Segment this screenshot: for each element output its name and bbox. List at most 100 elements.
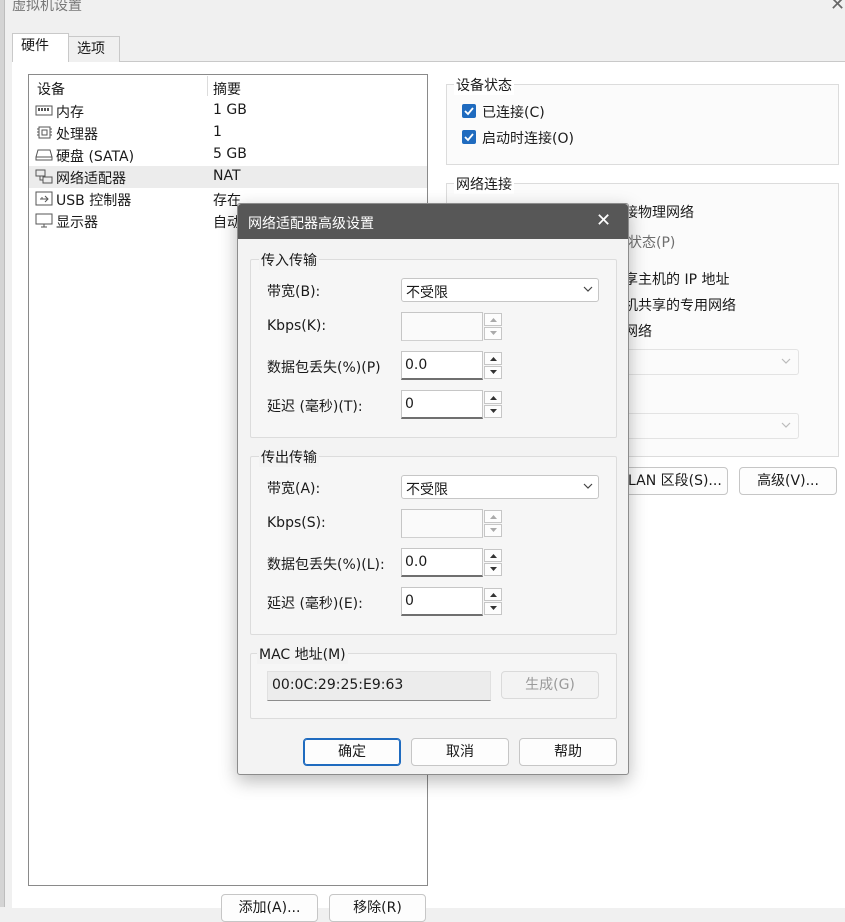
spin-up-button[interactable] — [484, 510, 502, 523]
spin-down-button[interactable] — [484, 524, 502, 537]
generate-mac-button[interactable]: 生成(G) — [501, 671, 599, 699]
usb-icon — [35, 191, 53, 206]
window-title: 虚拟机设置 — [12, 0, 82, 14]
column-divider[interactable] — [207, 76, 208, 96]
outgoing-latency-label: 延迟 (毫秒)(E): — [267, 596, 363, 612]
device-summary: NAT — [213, 168, 241, 184]
tab-options[interactable]: 选项 — [68, 36, 120, 62]
memory-icon — [35, 105, 53, 116]
arrow-up-icon — [490, 593, 497, 597]
arrow-up-icon — [490, 357, 497, 361]
spin-up-button[interactable] — [484, 391, 502, 404]
outgoing-latency-value: 0 — [405, 593, 414, 609]
lan-segment-button-label: LAN 区段(S)... — [628, 473, 722, 489]
connected-checkbox[interactable] — [462, 104, 476, 118]
spin-down-button[interactable] — [484, 405, 502, 418]
incoming-latency-value: 0 — [405, 396, 414, 412]
device-row-hard-disk[interactable]: 硬盘 (SATA) 5 GB — [29, 144, 427, 166]
outgoing-kbps-input[interactable] — [401, 509, 483, 538]
device-row-processor[interactable]: 处理器 1 — [29, 122, 427, 144]
spin-down-button[interactable] — [484, 327, 502, 340]
device-row-memory[interactable]: 内存 1 GB — [29, 100, 427, 122]
chevron-down-icon — [781, 422, 791, 428]
tab-hardware[interactable]: 硬件 — [12, 33, 69, 62]
device-name: 处理器 — [56, 127, 98, 143]
add-device-button[interactable]: 添加(A)... — [221, 894, 318, 922]
mac-address-title: MAC 地址(M) — [257, 644, 348, 664]
column-header-summary[interactable]: 摘要 — [213, 79, 241, 99]
arrow-up-icon — [490, 396, 497, 400]
connect-on-power-checkbox[interactable] — [462, 130, 476, 144]
incoming-latency-label: 延迟 (毫秒)(T): — [267, 399, 363, 415]
incoming-kbps-label: Kbps(K): — [267, 318, 327, 334]
advanced-settings-dialog: 网络适配器高级设置 ✕ 传入传输 带宽(B): 不受限 Kbps(K): 数据包… — [237, 203, 629, 775]
arrow-down-icon — [490, 409, 497, 413]
spin-down-button[interactable] — [484, 602, 502, 615]
connect-on-power-label[interactable]: 启动时连接(O) — [482, 128, 574, 148]
arrow-down-icon — [490, 567, 497, 571]
device-name: 显示器 — [56, 215, 98, 231]
arrow-down-icon — [490, 606, 497, 610]
device-name: USB 控制器 — [56, 193, 132, 209]
lan-segment-dropdown[interactable] — [620, 413, 799, 439]
device-row-network-adapter[interactable]: 网络适配器 NAT — [29, 166, 427, 188]
arrow-up-icon — [490, 554, 497, 558]
window-close-icon[interactable]: ✕ — [830, 0, 845, 15]
close-icon[interactable]: ✕ — [596, 210, 611, 231]
outgoing-bandwidth-value: 不受限 — [406, 482, 448, 498]
spin-up-button[interactable] — [484, 352, 502, 365]
mac-address-value: 00:0C:29:25:E9:63 — [272, 677, 404, 693]
outgoing-kbps-spinner[interactable] — [401, 509, 503, 538]
incoming-loss-label: 数据包丢失(%)(P) — [267, 360, 381, 376]
chevron-down-icon — [583, 286, 593, 292]
incoming-bandwidth-select[interactable]: 不受限 — [401, 278, 599, 302]
host-only-option-label[interactable]: 机共享的专用网络 — [624, 295, 736, 315]
display-icon — [35, 213, 53, 228]
device-summary: 5 GB — [213, 146, 247, 162]
spin-up-button[interactable] — [484, 549, 502, 562]
arrow-down-icon — [490, 528, 497, 532]
outgoing-loss-value: 0.0 — [405, 554, 428, 570]
outgoing-loss-spinner[interactable]: 0.0 — [401, 548, 503, 577]
window-left-edge — [0, 0, 5, 907]
advanced-button[interactable]: 高级(V)... — [739, 467, 837, 495]
help-button[interactable]: 帮助 — [519, 738, 617, 766]
replicate-state-label[interactable]: 状态(P) — [628, 232, 675, 252]
outgoing-loss-input[interactable]: 0.0 — [401, 548, 483, 577]
custom-network-dropdown[interactable] — [620, 349, 799, 375]
remove-device-button[interactable]: 移除(R) — [329, 894, 426, 922]
spin-down-button[interactable] — [484, 366, 502, 379]
incoming-transfer-title: 传入传输 — [259, 250, 319, 270]
arrow-down-icon — [490, 331, 497, 335]
outgoing-bandwidth-label: 带宽(A): — [267, 481, 321, 497]
checkmark-icon — [464, 133, 474, 142]
processor-icon — [37, 126, 52, 139]
device-name: 网络适配器 — [56, 171, 126, 187]
outgoing-bandwidth-select[interactable]: 不受限 — [401, 475, 599, 499]
bridged-option-label[interactable]: 接物理网络 — [624, 202, 694, 222]
arrow-up-icon — [490, 318, 497, 322]
incoming-loss-value: 0.0 — [405, 357, 428, 373]
device-status-title: 设备状态 — [454, 75, 514, 95]
spin-up-button[interactable] — [484, 588, 502, 601]
cancel-button[interactable]: 取消 — [411, 738, 509, 766]
connected-label[interactable]: 已连接(C) — [482, 102, 545, 122]
spin-up-button[interactable] — [484, 313, 502, 326]
outgoing-latency-spinner[interactable]: 0 — [401, 587, 503, 616]
chevron-down-icon — [583, 483, 593, 489]
incoming-loss-spinner[interactable]: 0.0 — [401, 351, 503, 380]
mac-address-field[interactable]: 00:0C:29:25:E9:63 — [267, 671, 491, 701]
incoming-loss-input[interactable]: 0.0 — [401, 351, 483, 380]
nat-option-label[interactable]: 享主机的 IP 地址 — [624, 269, 729, 289]
outgoing-latency-input[interactable]: 0 — [401, 587, 483, 616]
incoming-kbps-input[interactable] — [401, 312, 483, 341]
spin-down-button[interactable] — [484, 563, 502, 576]
device-summary: 1 GB — [213, 102, 247, 118]
incoming-latency-input[interactable]: 0 — [401, 390, 483, 419]
column-header-device[interactable]: 设备 — [37, 79, 65, 99]
checkmark-icon — [464, 107, 474, 116]
dialog-titlebar[interactable]: 网络适配器高级设置 ✕ — [238, 204, 628, 239]
incoming-latency-spinner[interactable]: 0 — [401, 390, 503, 419]
incoming-kbps-spinner[interactable] — [401, 312, 503, 341]
ok-button[interactable]: 确定 — [303, 738, 401, 766]
